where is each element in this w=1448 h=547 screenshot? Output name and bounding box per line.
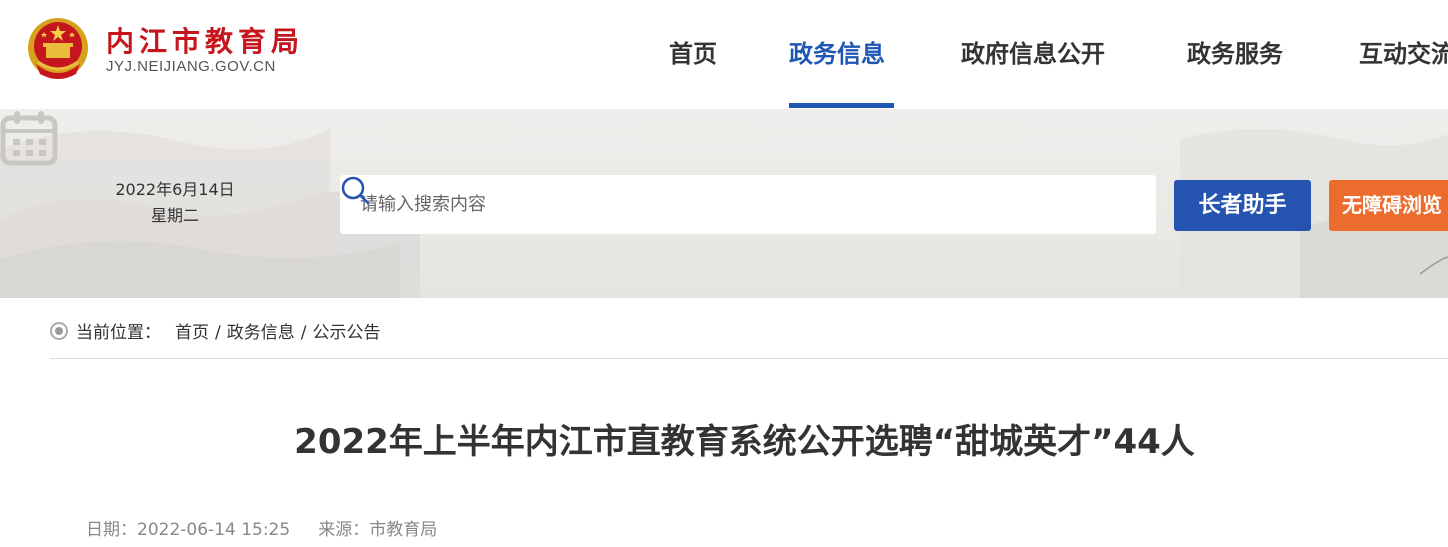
nav-item-government-info[interactable]: 政务信息 [789,34,885,69]
publish-date: 2022-06-14 15:25 [137,520,291,540]
article-title: 2022年上半年内江市直教育系统公开选聘“甜城英才”44人 [294,422,1195,462]
breadcrumb-notices[interactable]: 公示公告 [312,323,380,343]
breadcrumb-label: 当前位置： [76,323,161,343]
date-label-text: 日期： [86,520,137,540]
breadcrumb-divider [50,358,1448,359]
breadcrumb-home[interactable]: 首页 [175,323,209,343]
nav-item-info-disclosure[interactable]: 政府信息公开 [961,34,1105,69]
article-source: 市教育局 [369,520,438,540]
breadcrumb-separator: / [300,323,307,343]
nav-item-home[interactable]: 首页 [669,34,717,69]
breadcrumb: 当前位置： 首页 / 政务信息 / 公示公告 [50,318,380,343]
search-icon[interactable] [340,175,370,205]
date-label: 2022年6月14日 [115,180,235,199]
current-date: 2022年6月14日 星期二 [90,177,260,229]
location-dot-icon [50,322,68,340]
accessibility-button[interactable]: 无障碍浏览 [1329,180,1448,231]
search-box [340,175,1156,234]
breadcrumb-separator: / [215,323,221,343]
toolbar-banner: 2022年6月14日 星期二 长者助手 无障碍浏览 [0,109,1448,298]
elder-assistant-button[interactable]: 长者助手 [1174,180,1311,231]
source-label-text: 来源： [318,520,370,540]
nav-item-services[interactable]: 政务服务 [1187,34,1283,69]
article-meta: 日期：2022-06-14 15:25 来源：市教育局 [86,515,437,540]
nav-active-indicator [789,103,894,108]
main-nav: 首页 政务信息 政府信息公开 政务服务 互动交流 [0,0,1448,109]
site-header: 内江市教育局 JYJ.NEIJIANG.GOV.CN 首页 政务信息 政府信息公… [0,0,1448,109]
search-input[interactable] [360,175,1100,234]
calendar-icon [0,111,58,166]
nav-item-interaction[interactable]: 互动交流 [1359,34,1448,69]
weekday-label: 星期二 [150,206,199,225]
breadcrumb-government-info[interactable]: 政务信息 [227,323,295,343]
article-content: 当前位置： 首页 / 政务信息 / 公示公告 2022年上半年内江市直教育系统公开选聘“甜… [26,298,1448,547]
